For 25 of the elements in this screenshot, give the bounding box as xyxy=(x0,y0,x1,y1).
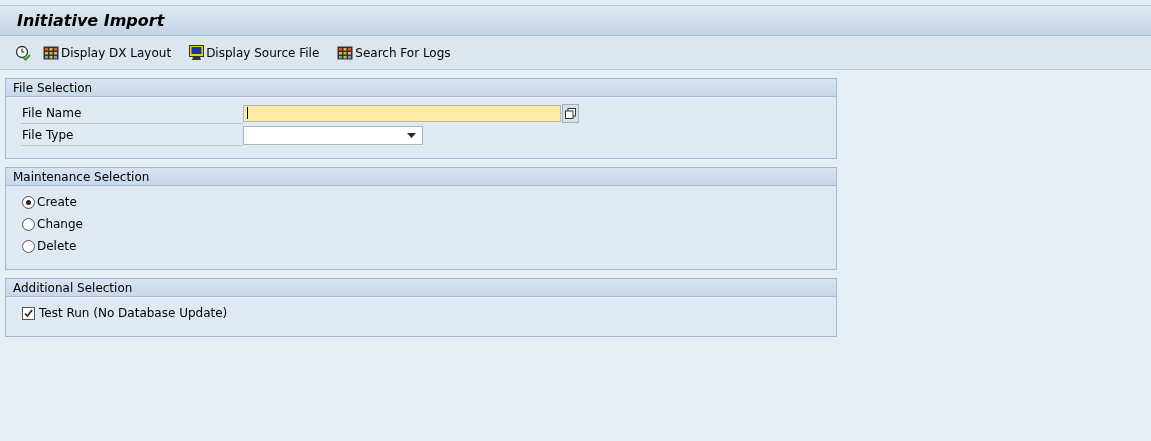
checkbox[interactable] xyxy=(22,306,35,320)
clock-check-icon xyxy=(15,44,31,61)
caret-icon xyxy=(407,132,416,138)
section-title: Maintenance Selection xyxy=(13,169,150,184)
radio-label: Create xyxy=(37,195,77,209)
monitor-icon xyxy=(189,44,205,61)
browse-button[interactable] xyxy=(562,103,579,123)
radio-label: Delete xyxy=(37,239,77,253)
field-label: File Type xyxy=(21,124,243,146)
window-title: Initiative Import xyxy=(17,11,165,30)
radio-button[interactable] xyxy=(22,195,35,209)
radio-label: Change xyxy=(37,217,83,231)
copy-icon xyxy=(565,107,576,119)
file-name-field[interactable] xyxy=(243,104,561,122)
radio-button[interactable] xyxy=(22,217,35,231)
grid-icon xyxy=(43,45,59,60)
section-title: Additional Selection xyxy=(13,280,133,295)
display-layout-button[interactable]: Display DX Layout xyxy=(40,43,175,62)
display-source-button[interactable]: Display Source File xyxy=(186,42,323,63)
section-title: File Selection xyxy=(13,80,93,95)
grid-icon xyxy=(337,45,354,60)
search-logs-button[interactable]: Search For Logs xyxy=(334,43,454,62)
checkbox-label: Test Run (No Database Update) xyxy=(39,306,228,320)
radio-button[interactable] xyxy=(22,239,35,253)
field-label: File Name xyxy=(21,102,243,124)
